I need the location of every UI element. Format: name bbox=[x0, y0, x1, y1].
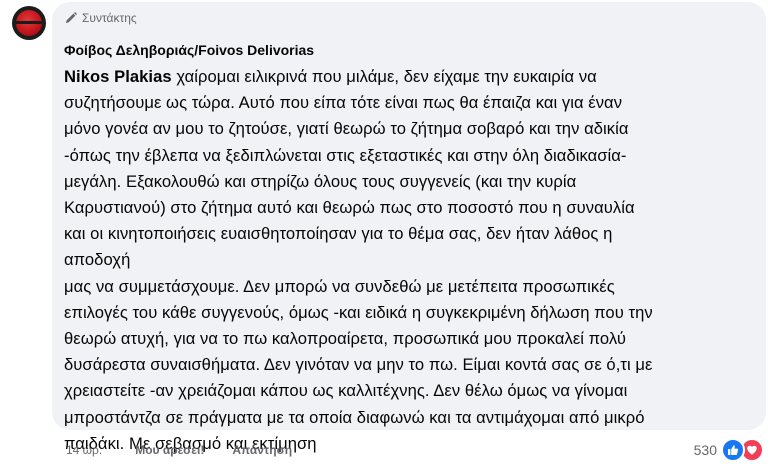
comment-bubble: Συντάκτης Φοίβος Δεληβοριάς/Foivos Deliv… bbox=[52, 2, 766, 453]
comment-body: χαίρομαι ειλικρινά που μιλάμε, δεν είχαμ… bbox=[64, 67, 653, 453]
badge-label: Συντάκτης bbox=[82, 11, 137, 25]
author-name[interactable]: Φοίβος Δεληβοριάς/Foivos Delivorias bbox=[64, 41, 754, 59]
reactions-summary[interactable]: 530 bbox=[694, 438, 764, 462]
avatar[interactable] bbox=[12, 6, 46, 40]
like-icon bbox=[721, 438, 745, 462]
like-button[interactable]: Μου αρέσει! bbox=[135, 443, 204, 457]
mention-link[interactable]: Nikos Plakias bbox=[64, 67, 172, 86]
comment-text: Nikos Plakias χαίρομαι ειλικρινά που μιλ… bbox=[64, 64, 754, 457]
pen-icon bbox=[64, 11, 78, 25]
timestamp[interactable]: 14 ώρ. bbox=[66, 443, 102, 457]
comment-actions: 14 ώρ. Μου αρέσει! Απάντηση bbox=[66, 443, 292, 457]
author-badge: Συντάκτης bbox=[64, 9, 754, 27]
reaction-count: 530 bbox=[693, 442, 717, 458]
reply-button[interactable]: Απάντηση bbox=[232, 443, 292, 457]
comment-thread: Συντάκτης Φοίβος Δεληβοριάς/Foivos Deliv… bbox=[0, 0, 782, 470]
